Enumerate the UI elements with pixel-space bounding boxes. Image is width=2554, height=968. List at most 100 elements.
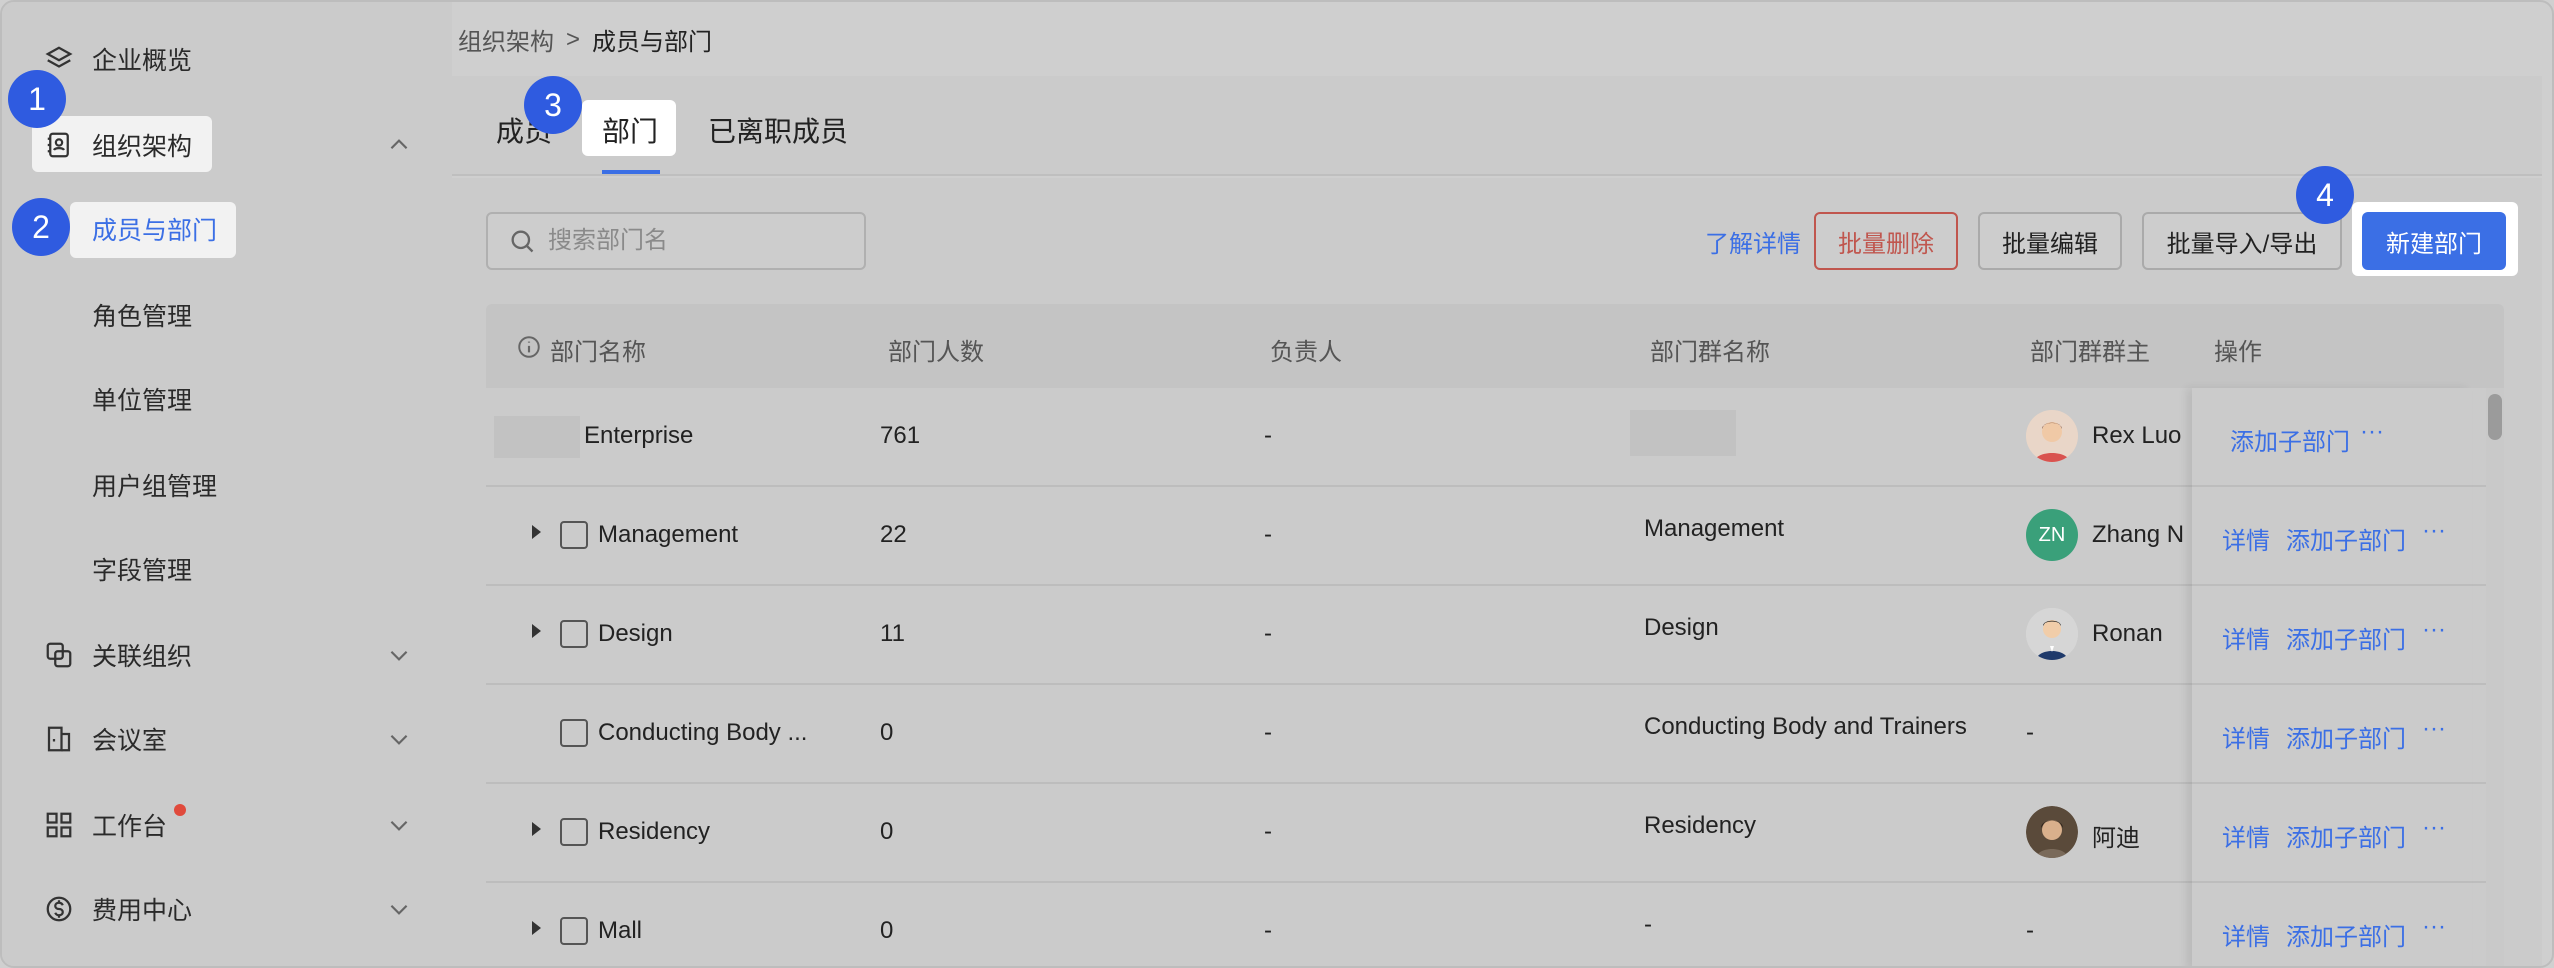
expand-caret-icon[interactable]: [532, 921, 541, 935]
sidebar-item-label: 工作台: [92, 813, 168, 841]
linked-org-icon: [42, 638, 76, 672]
sidebar-item-roles[interactable]: 角色管理: [92, 288, 192, 342]
sidebar-item-billing[interactable]: 费用中心: [42, 882, 192, 936]
group-name: Design: [1644, 614, 1719, 641]
sidebar-item-overview[interactable]: 企业概览: [42, 32, 192, 86]
scrollbar-thumb[interactable]: [2488, 394, 2502, 440]
dept-name: Design: [598, 620, 673, 647]
dept-leader: -: [1264, 719, 1272, 746]
owner-name: -: [2026, 719, 2034, 746]
sidebar-item-units[interactable]: 单位管理: [92, 372, 192, 426]
learn-more-link[interactable]: 了解详情: [1678, 212, 1828, 270]
sidebar-item-label: 费用中心: [92, 897, 193, 925]
sidebar-item-label: 会议室: [92, 727, 168, 755]
dept-leader: -: [1264, 620, 1272, 647]
chevron-down-icon[interactable]: [386, 642, 412, 668]
dept-name: Residency: [598, 818, 711, 845]
actions-column-shadow: [2192, 388, 2472, 966]
group-name: Management: [1644, 515, 1785, 542]
group-name: Residency: [1644, 812, 1757, 839]
sidebar-item-meeting-rooms[interactable]: 会议室: [42, 712, 167, 766]
sidebar-item-members-departments[interactable]: 成员与部门: [92, 202, 217, 256]
dept-count: 0: [880, 917, 894, 944]
sidebar-item-fields[interactable]: 字段管理: [92, 542, 192, 596]
dept-name: Enterprise: [584, 422, 694, 449]
dept-leader: -: [1264, 917, 1272, 944]
step-badge-2: 2: [12, 198, 70, 256]
avatar: [2026, 608, 2078, 660]
group-name: Conducting Body and Trainers: [1644, 713, 1967, 740]
dept-leader: -: [1264, 422, 1272, 449]
sidebar-item-label: 企业概览: [92, 47, 193, 75]
breadcrumb-parent[interactable]: 组织架构: [458, 22, 554, 57]
tab-active-underline: [602, 170, 660, 174]
tab-resigned-members[interactable]: 已离职成员: [708, 110, 848, 150]
col-header-name: 部门名称: [550, 339, 646, 366]
sidebar: 企业概览 组织架构 成员与部门 角色管理 单位管理 用户组管理 字段管理 关联组…: [2, 2, 452, 966]
scrollbar-track[interactable]: [2486, 388, 2504, 966]
meeting-room-icon: [42, 722, 76, 756]
dept-count: 0: [880, 818, 894, 845]
sidebar-item-linked-orgs[interactable]: 关联组织: [42, 628, 192, 682]
dollar-icon: [42, 892, 76, 926]
chevron-up-icon[interactable]: [386, 132, 412, 158]
dept-count: 11: [880, 620, 905, 647]
dept-name: Mall: [598, 917, 643, 944]
chevron-down-icon[interactable]: [386, 896, 412, 922]
col-header-owner: 部门群群主: [2030, 339, 2150, 366]
chevron-down-icon[interactable]: [386, 726, 412, 752]
breadcrumb: 组织架构 > 成员与部门: [458, 22, 712, 57]
owner-name: Rex Luo: [2092, 422, 2182, 449]
row-checkbox[interactable]: [560, 917, 588, 945]
avatar: [2026, 806, 2078, 858]
dept-count: 761: [880, 422, 921, 449]
dept-leader: -: [1264, 521, 1272, 548]
chevron-down-icon[interactable]: [386, 812, 412, 838]
sidebar-item-label: 关联组织: [92, 643, 193, 671]
row-checkbox[interactable]: [560, 521, 588, 549]
department-table: 部门名称 部门人数 负责人 部门群名称 部门群群主 操作 Enterprise …: [486, 304, 2504, 966]
breadcrumb-separator: >: [566, 25, 581, 53]
expand-caret-icon[interactable]: [532, 822, 541, 836]
notification-dot: [174, 804, 186, 816]
row-checkbox[interactable]: [560, 719, 588, 747]
sidebar-item-user-groups[interactable]: 用户组管理: [92, 458, 217, 512]
expand-caret-icon[interactable]: [532, 624, 541, 638]
step-badge-1: 1: [8, 70, 66, 128]
col-header-group: 部门群名称: [1650, 339, 1770, 366]
sidebar-item-label: 字段管理: [92, 557, 193, 585]
col-header-actions: 操作: [2214, 339, 2262, 366]
search-input[interactable]: [548, 227, 848, 255]
breadcrumb-current: 成员与部门: [592, 29, 713, 56]
owner-name: Ronan: [2092, 620, 2163, 647]
row-checkbox[interactable]: [560, 818, 588, 846]
sidebar-item-org-structure[interactable]: 组织架构: [42, 118, 192, 172]
tab-departments[interactable]: 部门: [602, 110, 658, 150]
owner-name: Zhang N: [2092, 521, 2185, 548]
step-badge-4: 4: [2296, 166, 2354, 224]
dept-name: Conducting Body ...: [598, 719, 808, 746]
owner-name: 阿迪: [2092, 825, 2140, 852]
sidebar-item-label: 成员与部门: [92, 217, 218, 245]
new-department-button[interactable]: 新建部门: [2362, 212, 2506, 270]
expand-caret-icon[interactable]: [532, 525, 541, 539]
search-box[interactable]: [486, 212, 866, 270]
sidebar-item-label: 角色管理: [92, 303, 193, 331]
dept-leader: -: [1264, 818, 1272, 845]
col-header-count: 部门人数: [888, 339, 984, 366]
batch-edit-button[interactable]: 批量编辑: [1978, 212, 2122, 270]
grid-icon: [42, 808, 76, 842]
row-checkbox[interactable]: [560, 620, 588, 648]
group-avatar: [1630, 410, 1736, 456]
avatar: [2026, 410, 2078, 462]
batch-delete-button[interactable]: 批量删除: [1814, 212, 1958, 270]
sidebar-item-label: 用户组管理: [92, 473, 218, 501]
sidebar-item-workbench[interactable]: 工作台: [42, 798, 167, 852]
group-name: -: [1644, 911, 1652, 938]
info-icon[interactable]: [516, 334, 542, 360]
col-header-leader: 负责人: [1270, 339, 1342, 366]
dept-logo: [494, 416, 580, 458]
dept-name: Management: [598, 521, 739, 548]
search-icon: [511, 230, 534, 253]
sidebar-item-label: 组织架构: [92, 133, 193, 161]
